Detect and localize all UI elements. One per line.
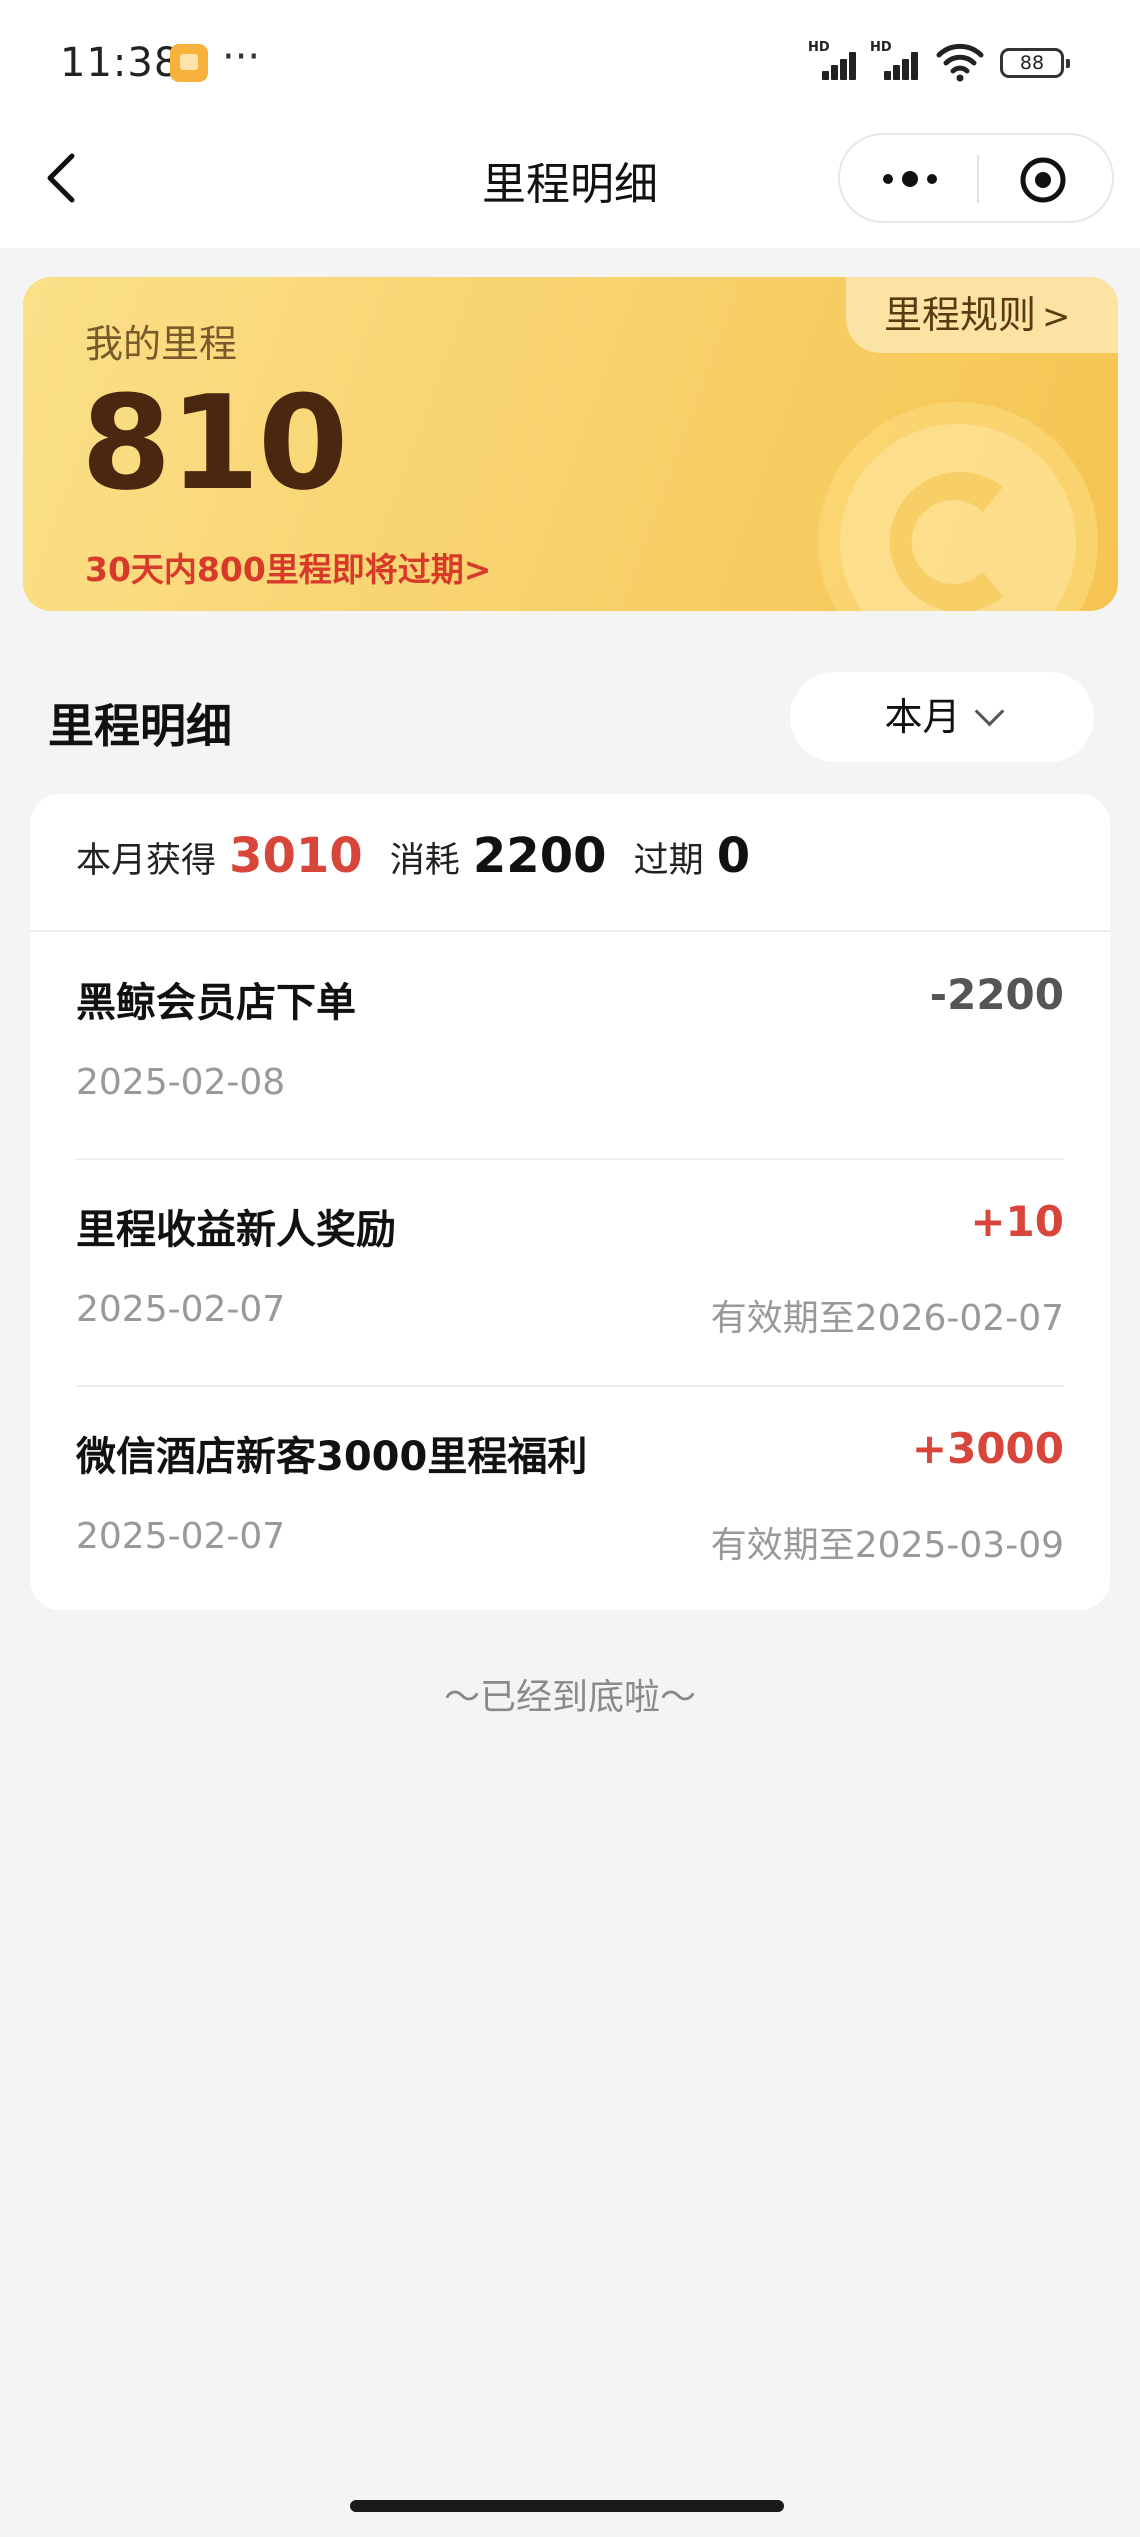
expire-notice-link[interactable]: 30天内800里程即将过期>	[85, 543, 491, 591]
signal-1-icon: HD	[808, 40, 860, 80]
app-notification-icon	[170, 44, 208, 82]
record-amount: +3000	[911, 1424, 1064, 1473]
record-title: 黑鲸会员店下单	[76, 980, 356, 1026]
month-filter-label: 本月	[884, 695, 961, 739]
my-mileage-label: 我的里程	[85, 322, 238, 366]
expired-label: 过期	[633, 841, 704, 881]
status-time: 11:38	[60, 40, 181, 86]
signal-2-icon: HD	[870, 40, 922, 80]
capsule-divider	[977, 155, 979, 203]
end-of-list-text: ～已经到底啦～	[443, 1677, 696, 1718]
close-miniprogram-button[interactable]	[1018, 155, 1068, 205]
miniprogram-capsule	[838, 133, 1114, 223]
record-amount: +10	[970, 1197, 1064, 1246]
earned-label: 本月获得	[76, 841, 217, 881]
mileage-detail-list: 本月获得 3010 消耗 2200 过期 0 黑鲸会员店下单 -2200 202…	[30, 794, 1110, 1610]
record-title: 微信酒店新客3000里程福利	[76, 1434, 588, 1480]
record-amount: -2200	[929, 970, 1064, 1019]
month-filter-dropdown[interactable]: 本月	[790, 672, 1094, 762]
expired-value: 0	[716, 828, 751, 884]
battery-indicator: 88	[1000, 48, 1070, 78]
more-options-button[interactable]	[880, 163, 940, 195]
home-indicator[interactable]	[350, 2500, 784, 2512]
record-date: 2025-02-07	[76, 1289, 286, 1330]
status-more-icon: ···	[222, 34, 261, 80]
record-date: 2025-02-07	[76, 1516, 286, 1557]
earned-value: 3010	[229, 828, 363, 884]
coin-icon	[818, 402, 1098, 611]
consumed-value: 2200	[472, 828, 607, 884]
monthly-summary: 本月获得 3010 消耗 2200 过期 0	[76, 828, 772, 908]
record-date: 2025-02-08	[76, 1062, 286, 1103]
record-validity: 有效期至2025-03-09	[710, 1525, 1064, 1566]
mileage-rules-label: 里程规则	[884, 293, 1037, 337]
list-item: 微信酒店新客3000里程福利 +3000 2025-02-07 有效期至2025…	[76, 1386, 1064, 1612]
section-title: 里程明细	[48, 699, 232, 753]
chevron-down-icon	[974, 696, 1004, 727]
my-mileage-card: 里程规则 > 我的里程 810 30天内800里程即将过期>	[23, 277, 1118, 611]
list-item: 黑鲸会员店下单 -2200 2025-02-08	[76, 932, 1064, 1158]
record-validity: 有效期至2026-02-07	[710, 1298, 1064, 1339]
list-item: 里程收益新人奖励 +10 2025-02-07 有效期至2026-02-07	[76, 1159, 1064, 1385]
chevron-right-icon: >	[1042, 297, 1071, 337]
record-title: 里程收益新人奖励	[76, 1207, 396, 1253]
wifi-icon	[936, 43, 984, 82]
mileage-balance: 810	[81, 367, 348, 519]
mileage-rules-link[interactable]: 里程规则 >	[846, 277, 1118, 353]
consumed-label: 消耗	[389, 841, 460, 881]
top-bar: 11:38 ··· HD HD 88 里程明细	[0, 0, 1140, 248]
